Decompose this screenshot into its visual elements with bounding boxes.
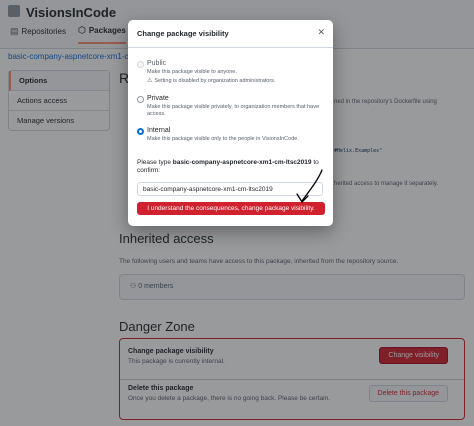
package-name: basic-company-aspnetcore-xm1-cm-ltsc2019 bbox=[172, 159, 312, 166]
option-label: Private bbox=[147, 95, 169, 102]
change-visibility-dialog: Change package visibility ✕ Public Make … bbox=[128, 20, 333, 226]
confirm-name-input[interactable]: basic-company-aspnetcore-xm1-cm-ltsc2019 bbox=[137, 182, 323, 196]
disabled-warning: ⚠ Setting is disabled by organization ad… bbox=[147, 77, 276, 85]
dialog-header: Change package visibility ✕ bbox=[128, 20, 333, 48]
option-description: Make this package visible to anyone. bbox=[147, 69, 237, 75]
confirm-change-visibility-button[interactable]: I understand the consequences, change pa… bbox=[137, 202, 325, 215]
dialog-title: Change package visibility bbox=[137, 29, 229, 38]
option-description: Make this package visible only to the pe… bbox=[147, 136, 299, 142]
close-icon[interactable]: ✕ bbox=[317, 27, 325, 38]
option-label: Internal bbox=[147, 127, 171, 134]
option-description: Make this package visible privately, to … bbox=[147, 104, 320, 117]
alert-icon: ⚠ bbox=[147, 78, 153, 84]
input-value: basic-company-aspnetcore-xm1-cm-ltsc2019 bbox=[143, 186, 273, 193]
option-label: Public bbox=[147, 60, 167, 67]
radio-internal[interactable] bbox=[137, 128, 144, 135]
confirm-instruction: Please type basic-company-aspnetcore-xm1… bbox=[137, 159, 319, 174]
radio-private[interactable] bbox=[137, 96, 144, 103]
radio-public[interactable] bbox=[137, 61, 144, 68]
